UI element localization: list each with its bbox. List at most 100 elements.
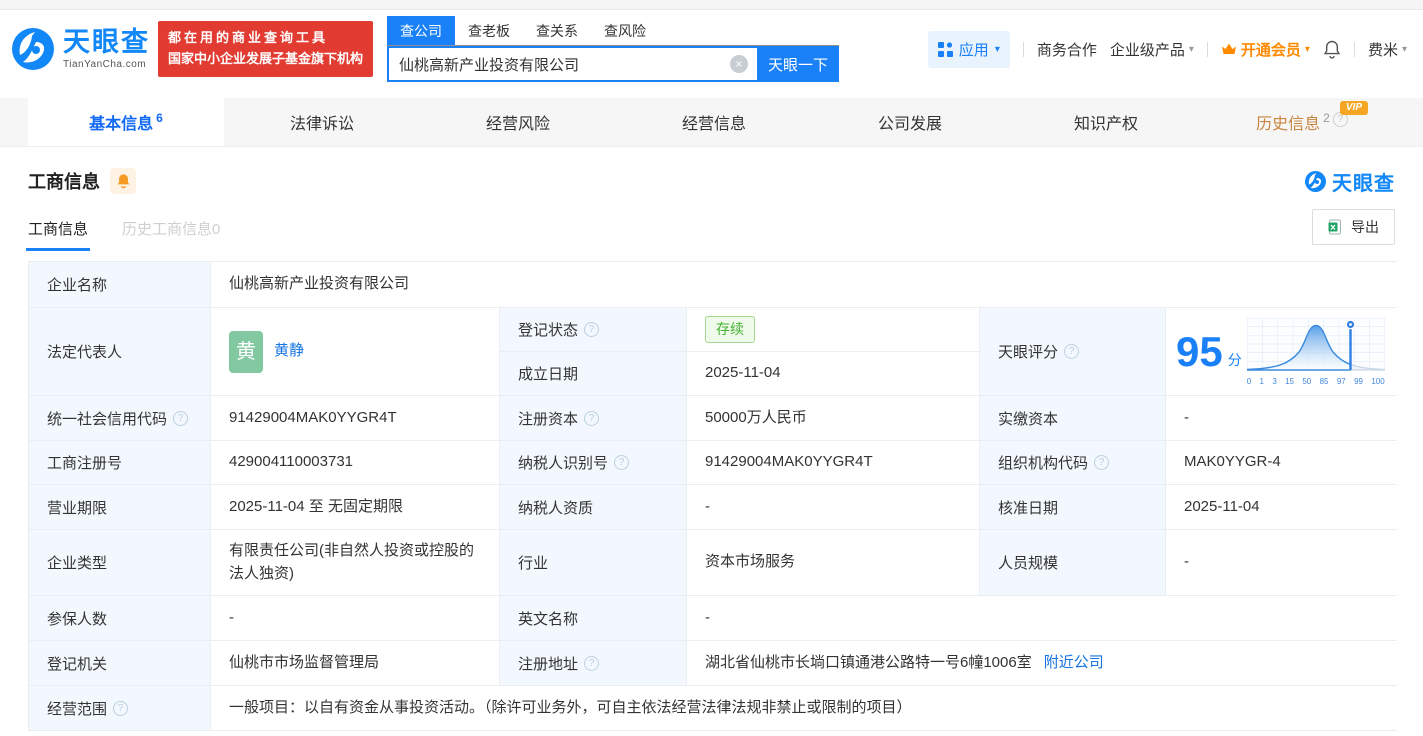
content: 工商信息 天眼查 工商信息 历史工商信息0 导出 xyxy=(0,167,1423,731)
slogan-banner: 都在用的商业查询工具 国家中小企业发展子基金旗下机构 xyxy=(158,21,373,77)
help-icon[interactable]: ? xyxy=(173,411,188,426)
subtab-row: 工商信息 历史工商信息0 导出 xyxy=(28,209,1395,251)
tab-count: 2 xyxy=(1323,111,1330,125)
score-value: 95 xyxy=(1176,331,1223,373)
help-icon[interactable]: ? xyxy=(584,411,599,426)
divider xyxy=(1023,42,1024,57)
score-cell: 95 分 xyxy=(1166,308,1401,395)
search-tab-relation[interactable]: 查关系 xyxy=(523,16,591,45)
help-icon[interactable]: ? xyxy=(1064,344,1079,359)
field-label-business-scope: 经营范围 ? xyxy=(29,686,210,730)
notification-bell-icon[interactable] xyxy=(1323,40,1341,59)
monitor-bell-icon[interactable] xyxy=(110,168,136,194)
field-value-business-term: 2025-11-04 至 无固定期限 xyxy=(211,485,499,529)
tab-operation-info[interactable]: 经营信息 xyxy=(616,98,812,146)
tab-basic-info[interactable]: 基本信息 6 xyxy=(28,98,224,146)
clear-icon[interactable]: × xyxy=(730,55,748,73)
tab-count: 6 xyxy=(156,111,163,125)
tab-label: 经营风险 xyxy=(486,110,550,134)
field-value-english-name: - xyxy=(687,596,1401,640)
search-tab-boss[interactable]: 查老板 xyxy=(455,16,523,45)
main-tabbar: 基本信息 6 法律诉讼 经营风险 经营信息 公司发展 知识产权 VIP 历史信息… xyxy=(0,98,1423,147)
field-label-reg-address: 注册地址 ? xyxy=(500,641,686,685)
search-tab-company[interactable]: 查公司 xyxy=(387,16,455,45)
section-title: 工商信息 xyxy=(28,168,100,194)
nearby-companies-link[interactable]: 附近公司 xyxy=(1044,652,1104,675)
tab-operation-risk[interactable]: 经营风险 xyxy=(420,98,616,146)
slogan-line2: 国家中小企业发展子基金旗下机构 xyxy=(168,49,363,70)
slogan-line1: 都在用的商业查询工具 xyxy=(168,28,363,49)
chevron-down-icon: ▾ xyxy=(1402,44,1407,55)
field-label-paid-capital: 实缴资本 xyxy=(980,396,1165,440)
field-label-business-term: 营业期限 xyxy=(29,485,210,529)
legal-rep-link[interactable]: 黄静 xyxy=(274,340,304,363)
legal-rep-avatar[interactable]: 黄 xyxy=(229,331,263,373)
score-axis-ticks: 01 315 5085 9799 100 xyxy=(1247,378,1385,386)
tab-label: 基本信息 xyxy=(89,110,153,134)
score-distribution-chart: 01 315 5085 9799 100 xyxy=(1247,318,1385,386)
header-nav: 应用 ▾ 商务合作 企业级产品 ▾ 开通会员 ▾ 费米 ▾ xyxy=(928,31,1407,68)
divider xyxy=(1354,42,1355,57)
field-value-insured-count: - xyxy=(211,596,499,640)
chevron-down-icon: ▾ xyxy=(1189,44,1194,55)
field-value-company-type: 有限责任公司(非自然人投资或控股的法人独资) xyxy=(211,530,499,595)
field-value-legal-rep: 黄 黄静 xyxy=(211,308,499,395)
tianyancha-logo[interactable]: 天眼查 TianYanCha.com xyxy=(10,26,150,72)
label-text: 注册资本 xyxy=(518,408,578,429)
label-text: 统一社会信用代码 xyxy=(47,408,167,429)
help-icon[interactable]: ? xyxy=(1094,455,1109,470)
chevron-down-icon: ▾ xyxy=(995,44,1000,55)
field-value-org-code: MAK0YYGR-4 xyxy=(1166,441,1401,484)
tab-intellectual-property[interactable]: 知识产权 xyxy=(1008,98,1204,146)
tianyancha-logo-icon xyxy=(10,26,56,72)
tianyancha-watermark-icon xyxy=(1304,170,1327,193)
help-icon[interactable]: ? xyxy=(584,656,599,671)
field-value-reg-address: 湖北省仙桃市长埫口镇通港公路特一号6幢1006室 附近公司 xyxy=(687,641,1401,685)
field-label-staff-size: 人员规模 xyxy=(980,530,1165,595)
tab-legal-proceedings[interactable]: 法律诉讼 xyxy=(224,98,420,146)
field-label-industry: 行业 xyxy=(500,530,686,595)
field-label-insured-count: 参保人数 xyxy=(29,596,210,640)
status-date-subtable: 登记状态 ? 存续 成立日期 2025-11-04 xyxy=(500,308,979,395)
subtab-business-info[interactable]: 工商信息 xyxy=(28,218,88,251)
scope-text: 一般项目：以自有资金从事投资活动。（除许可业务外，可自主依法经营法律法规非禁止或… xyxy=(229,697,912,720)
field-label-legal-rep: 法定代表人 xyxy=(29,308,210,395)
help-icon[interactable]: ? xyxy=(614,455,629,470)
label-text: 经营范围 xyxy=(47,698,107,719)
tab-label: 法律诉讼 xyxy=(290,110,354,134)
label-text: 注册地址 xyxy=(518,653,578,674)
divider xyxy=(1207,42,1208,57)
nav-enterprise-products[interactable]: 企业级产品 ▾ xyxy=(1110,39,1194,60)
search-tabs: 查公司 查老板 查关系 查风险 xyxy=(387,16,839,46)
help-icon[interactable]: ? xyxy=(584,322,599,337)
field-value-credit-code: 91429004MAK0YYGR4T xyxy=(211,396,499,440)
chevron-down-icon: ▾ xyxy=(1305,44,1310,55)
search-tab-risk[interactable]: 查风险 xyxy=(591,16,659,45)
subtab-history-business-info[interactable]: 历史工商信息0 xyxy=(122,218,220,251)
excel-icon xyxy=(1328,219,1344,235)
field-value-taxpayer-id: 91429004MAK0YYGR4T xyxy=(687,441,979,484)
field-value-company-name: 仙桃高新产业投资有限公司 xyxy=(211,262,1401,307)
search-button[interactable]: 天眼一下 xyxy=(757,46,839,82)
field-value-business-scope: 一般项目：以自有资金从事投资活动。（除许可业务外，可自主依法经营法律法规非禁止或… xyxy=(211,686,1401,730)
help-icon[interactable]: ? xyxy=(113,701,128,716)
tab-label: 经营信息 xyxy=(682,110,746,134)
nav-user-menu[interactable]: 费米 ▾ xyxy=(1368,39,1407,60)
username-label: 费米 xyxy=(1368,39,1398,60)
export-button[interactable]: 导出 xyxy=(1312,209,1395,245)
search-input[interactable] xyxy=(387,46,757,82)
apps-label: 应用 xyxy=(959,39,989,60)
field-label-approval-date: 核准日期 xyxy=(980,485,1165,529)
brand-domain: TianYanCha.com xyxy=(63,60,150,70)
tianyancha-watermark: 天眼查 xyxy=(1304,167,1395,196)
nav-open-vip[interactable]: 开通会员 ▾ xyxy=(1221,39,1310,60)
field-label-taxpayer-id: 纳税人识别号 ? xyxy=(500,441,686,484)
tab-history-info[interactable]: VIP 历史信息 2 ? xyxy=(1204,98,1400,146)
brand-name: 天眼查 xyxy=(63,29,150,56)
field-value-establish-date: 2025-11-04 xyxy=(687,352,979,395)
apps-button[interactable]: 应用 ▾ xyxy=(928,31,1010,68)
tab-company-development[interactable]: 公司发展 xyxy=(812,98,1008,146)
export-label: 导出 xyxy=(1351,217,1379,237)
field-label-score: 天眼评分 ? xyxy=(980,308,1165,395)
nav-cooperation[interactable]: 商务合作 xyxy=(1037,39,1097,60)
